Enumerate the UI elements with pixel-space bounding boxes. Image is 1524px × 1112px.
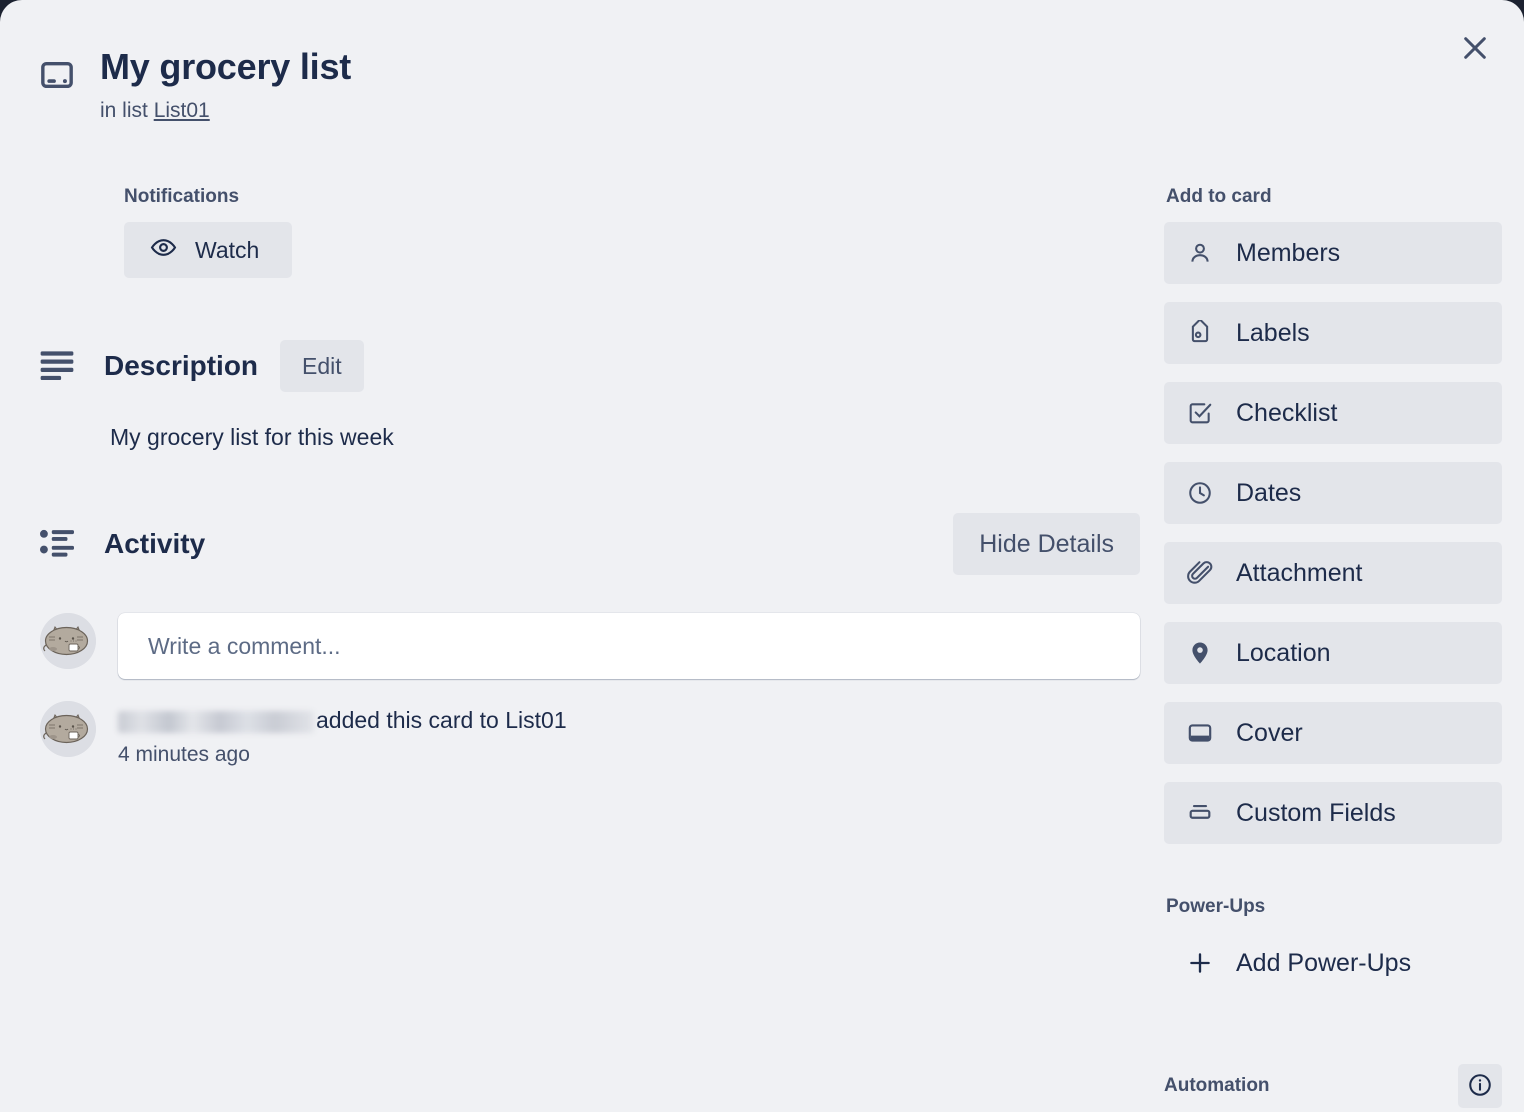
edit-description-button[interactable]: Edit	[280, 340, 364, 392]
card-icon	[40, 58, 74, 92]
activity-entry-action: added this card to List01	[316, 707, 567, 733]
map-pin-icon	[1186, 639, 1214, 667]
comment-composer-row	[40, 613, 1140, 679]
sidebar-item-label: Attachment	[1236, 559, 1362, 588]
list-link[interactable]: List01	[154, 99, 210, 122]
activity-title: Activity	[104, 528, 205, 560]
activity-entry-timestamp: 4 minutes ago	[118, 743, 567, 767]
sidebar-item-dates[interactable]: Dates	[1164, 462, 1502, 524]
plus-icon	[1186, 949, 1214, 977]
close-button[interactable]	[1448, 22, 1502, 76]
sidebar-item-location[interactable]: Location	[1164, 622, 1502, 684]
clock-icon	[1186, 479, 1214, 507]
automation-heading: Automation	[1164, 1075, 1270, 1097]
paperclip-icon	[1186, 559, 1214, 587]
activity-entry-row: added this card to List01 4 minutes ago	[40, 701, 1140, 767]
card-main-column: Notifications Watch Description	[40, 186, 1140, 789]
member-name-redacted	[118, 711, 314, 733]
description-text: My grocery list for this week	[110, 424, 1140, 451]
automation-info-button[interactable]	[1458, 1064, 1502, 1108]
info-icon	[1467, 1072, 1493, 1101]
card-header: My grocery list in list List01	[40, 44, 1100, 123]
sidebar-item-label: Labels	[1236, 319, 1310, 348]
hide-details-button[interactable]: Hide Details	[953, 513, 1140, 575]
sidebar-item-label: Members	[1236, 239, 1340, 268]
sidebar-item-label: Dates	[1236, 479, 1301, 508]
sidebar-item-label: Location	[1236, 639, 1331, 668]
checkbox-icon	[1186, 399, 1214, 427]
close-icon	[1459, 32, 1491, 67]
notifications-label: Notifications	[124, 186, 1140, 208]
activity-list-icon	[40, 528, 76, 560]
sidebar-item-checklist[interactable]: Checklist	[1164, 382, 1502, 444]
description-lines-icon	[40, 350, 76, 382]
comment-input[interactable]	[146, 632, 1140, 661]
pusheen-cat-avatar	[40, 701, 96, 757]
description-title: Description	[104, 350, 258, 382]
watch-button[interactable]: Watch	[124, 222, 292, 278]
comment-input-wrapper[interactable]	[118, 613, 1140, 679]
power-ups-heading: Power-Ups	[1166, 896, 1502, 918]
sidebar-item-label: Checklist	[1236, 399, 1337, 428]
custom-fields-icon	[1186, 799, 1214, 827]
sidebar-item-label: Custom Fields	[1236, 799, 1396, 828]
activity-entry-text: added this card to List01	[118, 705, 567, 735]
add-to-card-heading: Add to card	[1166, 186, 1502, 208]
add-power-ups-button[interactable]: Add Power-Ups	[1164, 932, 1502, 994]
sidebar-item-labels[interactable]: Labels	[1164, 302, 1502, 364]
watch-button-label: Watch	[195, 237, 259, 264]
activity-list: added this card to List01 4 minutes ago	[40, 613, 1140, 767]
cover-icon	[1186, 719, 1214, 747]
person-icon	[1186, 239, 1214, 267]
automation-section: Automation	[1164, 1064, 1502, 1108]
tag-icon	[1186, 319, 1214, 347]
sidebar-item-label: Cover	[1236, 719, 1303, 748]
in-list-prefix: in list	[100, 99, 148, 122]
card-detail-modal: My grocery list in list List01 Notificat…	[0, 0, 1524, 1112]
page-title: My grocery list	[100, 44, 351, 90]
eye-icon	[150, 234, 177, 267]
pusheen-cat-avatar	[40, 613, 96, 669]
sidebar-item-cover[interactable]: Cover	[1164, 702, 1502, 764]
breadcrumb: in list List01	[100, 99, 1100, 123]
add-power-ups-label: Add Power-Ups	[1236, 949, 1411, 978]
sidebar-item-members[interactable]: Members	[1164, 222, 1502, 284]
card-sidebar: Add to card Members Labels	[1164, 186, 1502, 1108]
sidebar-item-custom-fields[interactable]: Custom Fields	[1164, 782, 1502, 844]
activity-entry: added this card to List01 4 minutes ago	[118, 701, 567, 767]
description-header: Description Edit	[40, 340, 1140, 392]
activity-header: Activity Hide Details	[40, 513, 1140, 575]
sidebar-item-attachment[interactable]: Attachment	[1164, 542, 1502, 604]
